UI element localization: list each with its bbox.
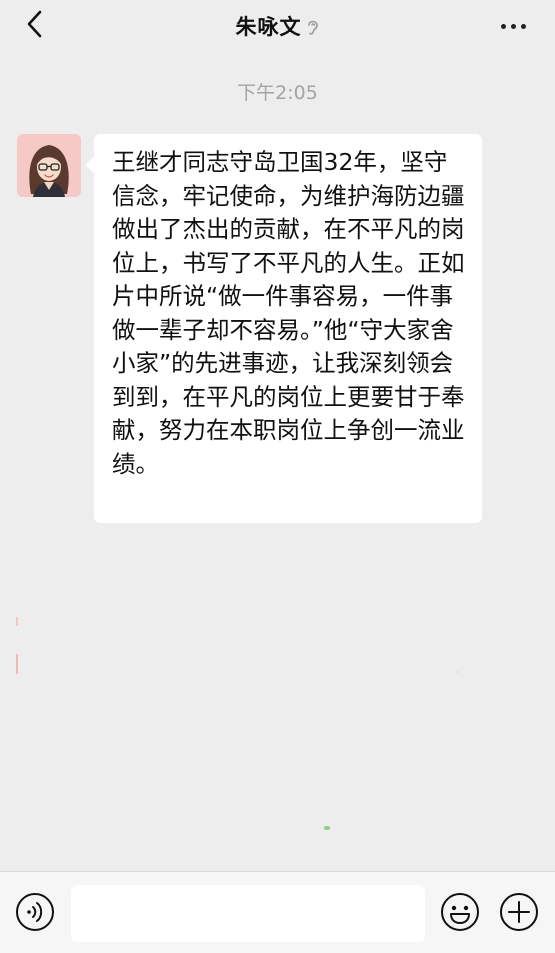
chat-header: 朱咏文 xyxy=(0,0,555,52)
background-speck xyxy=(324,826,330,830)
emoji-icon xyxy=(441,893,479,931)
background-speck xyxy=(457,671,459,673)
background-speck xyxy=(16,654,18,674)
message-text: 王继才同志守岛卫国32年，坚守信念，牢记使命，为维护海防边疆做出了杰出的贡献，在… xyxy=(112,148,465,478)
voice-button[interactable] xyxy=(15,892,55,932)
ear-icon xyxy=(306,17,320,37)
more-dot xyxy=(510,23,516,29)
message-bubble[interactable]: 王继才同志守岛卫国32年，坚守信念，牢记使命，为维护海防边疆做出了杰出的贡献，在… xyxy=(85,134,482,523)
chat-title[interactable]: 朱咏文 xyxy=(236,11,302,41)
more-dots-icon xyxy=(500,23,506,29)
chat-screen: 朱咏文 下午2:05 王继才同志守岛卫国32年，坚守信念，牢记使命，为维护海防边… xyxy=(0,0,555,953)
avatar-woman-glasses xyxy=(17,134,81,197)
emoji-button[interactable] xyxy=(440,892,480,932)
more-dot xyxy=(520,23,526,29)
input-bar xyxy=(0,871,555,953)
message-input[interactable] xyxy=(71,885,425,942)
more-functions-button[interactable] xyxy=(499,892,539,932)
chat-title-wrap: 朱咏文 xyxy=(0,8,555,44)
voice-icon xyxy=(16,893,54,931)
plus-icon xyxy=(500,893,538,931)
avatar[interactable] xyxy=(17,134,81,197)
more-button[interactable] xyxy=(495,12,531,40)
message-timestamp: 下午2:05 xyxy=(237,82,318,104)
background-speck xyxy=(16,617,18,626)
